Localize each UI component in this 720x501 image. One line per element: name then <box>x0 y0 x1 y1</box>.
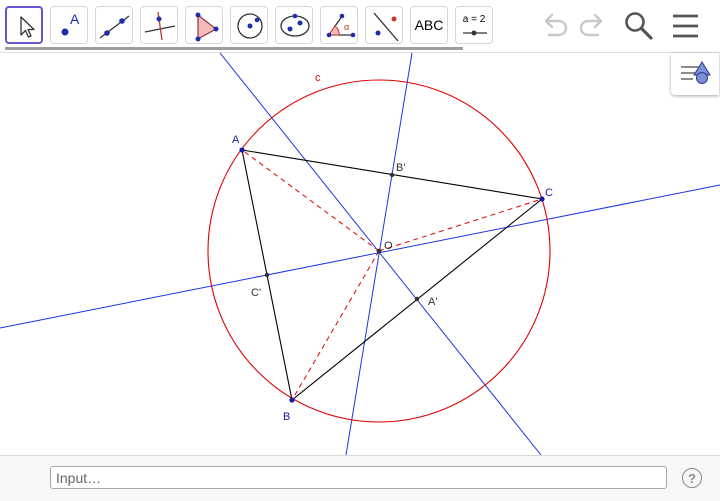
midpoint-a-prime-label: A' <box>428 296 437 308</box>
algebra-view-icon <box>681 61 711 84</box>
reflect-tool-button[interactable] <box>365 6 403 44</box>
help-icon: ? <box>688 470 696 486</box>
point-c-label: C <box>545 187 553 199</box>
circle-label: c <box>315 72 321 84</box>
angle-tool-label: α <box>344 22 350 32</box>
reflect-about-line-icon <box>373 12 399 42</box>
redo-icon <box>579 13 603 37</box>
midpoint-b-prime[interactable] <box>389 172 395 178</box>
bisector-line-bc[interactable] <box>219 53 542 455</box>
search-icon <box>625 12 653 40</box>
point-tool-label: A <box>70 11 80 27</box>
input-bar: ? <box>0 455 720 501</box>
point-tool-button[interactable]: A <box>50 6 88 44</box>
hamburger-menu-icon <box>673 14 698 38</box>
undo-icon <box>544 13 568 37</box>
text-tool-label: ABC <box>414 17 444 33</box>
point-o[interactable] <box>376 248 382 254</box>
bisector-line-ab[interactable] <box>0 184 720 329</box>
graphics-view[interactable]: c A B C O A' B' C' <box>0 53 720 455</box>
radius-oa[interactable] <box>241 149 380 252</box>
help-button[interactable]: ? <box>682 468 702 488</box>
point-a[interactable] <box>239 147 245 153</box>
point-o-label: O <box>384 240 393 252</box>
midpoint-b-prime-label: B' <box>396 162 405 174</box>
triangle-abc[interactable] <box>241 149 544 401</box>
line-tool-button[interactable] <box>95 6 133 44</box>
slider-icon <box>463 30 487 36</box>
polygon-icon <box>195 12 219 42</box>
perpendicular-line-icon <box>144 11 176 41</box>
undo-button[interactable] <box>537 8 573 44</box>
menu-button[interactable] <box>668 8 704 44</box>
polygon-tool-button[interactable] <box>185 6 223 44</box>
search-button[interactable] <box>620 8 656 44</box>
point-c[interactable] <box>539 196 545 202</box>
toolbar: A α ABC a = 2 <box>0 0 720 52</box>
ellipse-tool-button[interactable] <box>275 6 313 44</box>
perpendicular-line-tool-button[interactable] <box>140 6 178 44</box>
line-through-two-points-icon <box>99 15 130 39</box>
toolbar-scrollbar[interactable] <box>5 47 463 50</box>
angle-tool-button[interactable]: α <box>320 6 358 44</box>
radius-ob[interactable] <box>291 250 380 401</box>
ellipse-icon <box>280 13 310 37</box>
circle-center-point-tool-button[interactable] <box>230 6 268 44</box>
point-b-label: B <box>283 411 290 423</box>
arrow-cursor-icon <box>20 16 35 38</box>
algebra-view-toggle[interactable] <box>671 53 719 95</box>
angle-icon <box>326 13 356 38</box>
bisector-line-ac[interactable] <box>345 53 413 455</box>
midpoint-a-prime[interactable] <box>414 296 420 302</box>
point-b[interactable] <box>289 397 295 403</box>
slider-tool-button[interactable]: a = 2 <box>455 6 493 44</box>
text-tool-button[interactable]: ABC <box>410 6 448 44</box>
move-tool-button[interactable] <box>5 6 43 44</box>
point-a-label: A <box>232 134 240 146</box>
midpoint-c-prime[interactable] <box>264 272 270 278</box>
algebra-input-field[interactable] <box>50 466 667 489</box>
midpoint-c-prime-label: C' <box>251 287 261 299</box>
redo-button[interactable] <box>574 8 610 44</box>
circle-with-center-icon <box>237 13 263 39</box>
